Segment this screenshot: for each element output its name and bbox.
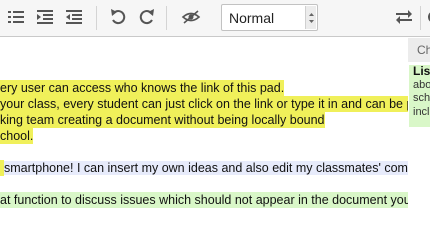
- chat-panel: Ch Lis abo sch incl: [408, 38, 430, 242]
- line-text: at function to discuss issues which shou…: [0, 193, 408, 207]
- chat-header: Ch: [408, 38, 430, 62]
- chat-message-title: Lis: [413, 64, 430, 78]
- settings-button[interactable]: [424, 5, 430, 29]
- toolbar-separator: [96, 6, 97, 30]
- chat-message-line: sch: [413, 92, 430, 104]
- text-line: smartphone! I can insert my own ideas an…: [0, 160, 408, 176]
- undo-button[interactable]: [106, 5, 130, 29]
- line-text: smartphone! I can insert my own ideas an…: [4, 161, 408, 175]
- line-text: king team creating a document without be…: [0, 113, 325, 127]
- dropdown-arrow: [305, 6, 316, 29]
- text-line: your class, every student can just click…: [0, 96, 408, 112]
- line-text: chool.: [0, 129, 34, 143]
- toolbar-separator: [166, 6, 167, 30]
- paragraph-style-select[interactable]: Normal: [221, 4, 318, 31]
- text-line: at function to discuss issues which shou…: [0, 192, 408, 208]
- paragraph-style-value: Normal: [229, 10, 275, 26]
- authorship-colors-button[interactable]: [179, 5, 203, 29]
- editor-toolbar: Normal: [0, 0, 430, 37]
- indent-icon: [37, 10, 53, 24]
- outdent-button[interactable]: [62, 5, 86, 29]
- chat-message-line: incl: [413, 105, 430, 118]
- authorship-colors-icon: [181, 10, 201, 24]
- chat-message-line: abo: [413, 78, 430, 91]
- text-line: ery user can access who knows the link o…: [0, 80, 285, 96]
- list-icon: [8, 11, 24, 23]
- redo-icon: [139, 9, 154, 25]
- list-button[interactable]: [4, 5, 28, 29]
- toolbar-separator: [420, 6, 421, 30]
- outdent-icon: [66, 10, 82, 24]
- text-line: king team creating a document without be…: [0, 112, 325, 128]
- line-text: your class, every student can just click…: [0, 97, 408, 111]
- import-export-icon: [396, 10, 412, 24]
- undo-icon: [111, 9, 126, 25]
- chat-message: Lis abo sch incl: [409, 64, 430, 127]
- import-export-button[interactable]: [392, 5, 416, 29]
- chevron-updown-icon: [308, 12, 314, 23]
- pad-editor[interactable]: ery user can access who knows the link o…: [0, 38, 408, 242]
- text-line: chool.: [0, 128, 34, 144]
- indent-button[interactable]: [33, 5, 57, 29]
- line-text: ery user can access who knows the link o…: [0, 81, 285, 95]
- redo-button[interactable]: [135, 5, 159, 29]
